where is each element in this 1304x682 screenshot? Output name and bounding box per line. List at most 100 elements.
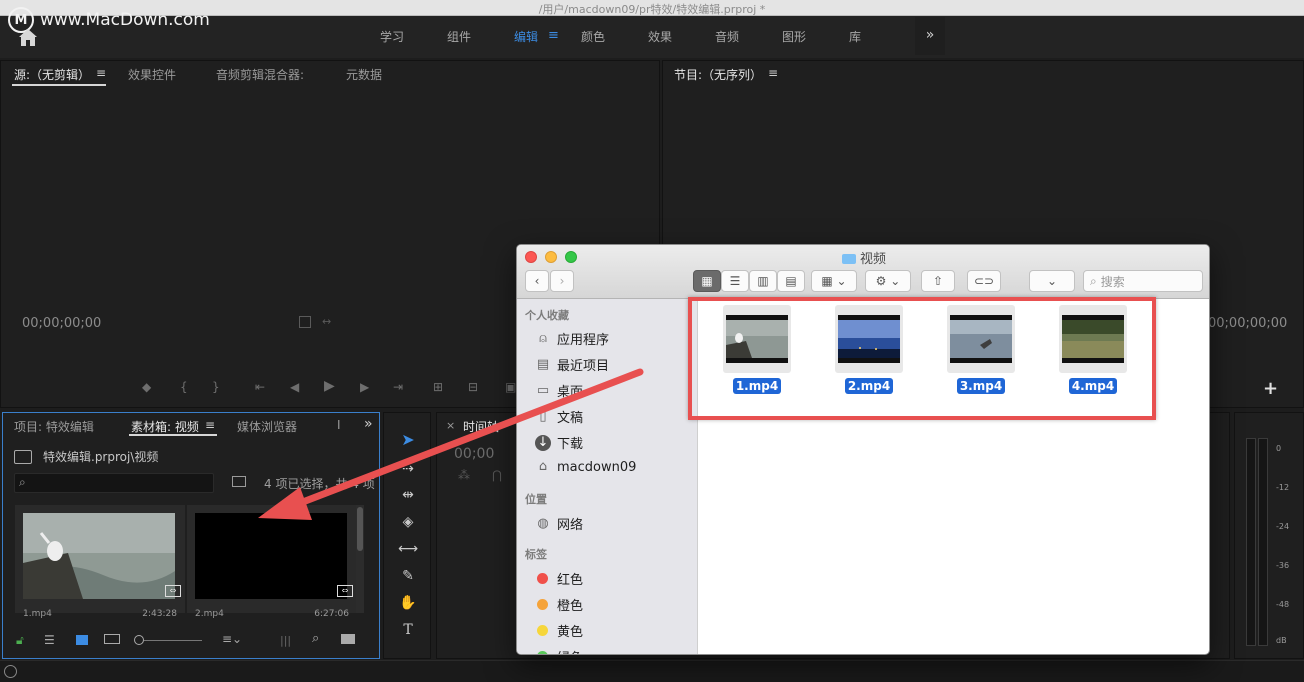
step-forward-icon[interactable]: ▶ (360, 380, 369, 394)
linked-selection-icon[interactable]: ⋂ (492, 468, 502, 482)
list-view-button[interactable]: ☰ (721, 270, 749, 292)
workspace-tab-color[interactable]: 颜色 (581, 28, 605, 45)
tab-info[interactable]: I (337, 418, 341, 432)
group-by-button[interactable]: ▦ ⌄ (811, 270, 857, 292)
sidebar-tag-orange[interactable]: 橙色 (535, 595, 583, 614)
track-select-tool-icon[interactable]: ⇢ (397, 459, 419, 479)
icon-view-button[interactable]: ▦ (693, 270, 721, 292)
finder-search-input[interactable]: ⌕ 搜索 (1083, 270, 1203, 292)
sidebar-item-network[interactable]: ◍ 网络 (535, 514, 583, 534)
tab-effect-controls[interactable]: 效果控件 (128, 66, 176, 83)
freeform-view-icon[interactable] (104, 634, 120, 644)
drag-audio-icon[interactable]: ↔ (322, 315, 331, 328)
add-marker-icon[interactable]: ◆ (142, 380, 151, 394)
lock-icon[interactable]: 🔓︎ (16, 633, 24, 648)
tab-bin-video[interactable]: 素材箱: 视频 (131, 418, 199, 435)
razor-tool-icon[interactable]: ◈ (397, 512, 419, 532)
panel-overflow-icon[interactable]: » (364, 416, 373, 432)
sidebar-item-home[interactable]: ⌂ macdown09 (535, 459, 637, 475)
close-tab-icon[interactable]: × (446, 419, 455, 432)
workspace-tab-editing[interactable]: 编辑 (514, 28, 538, 45)
pen-tool-icon[interactable]: ✎ (397, 566, 419, 586)
mark-out-icon[interactable]: } (212, 380, 220, 394)
tab-metadata[interactable]: 元数据 (346, 66, 382, 83)
forward-button[interactable]: › (550, 270, 574, 292)
action-gear-button[interactable]: ⚙ ⌄ (865, 270, 911, 292)
tab-project[interactable]: 项目: 特效编辑 (14, 418, 94, 435)
sidebar-item-recents[interactable]: ▤ 最近项目 (535, 355, 609, 375)
bin-up-icon[interactable] (14, 450, 32, 464)
desktop-icon: ▭ (536, 382, 550, 398)
sync-status-icon[interactable] (4, 665, 17, 678)
list-view-icon[interactable]: ☰ (44, 633, 55, 647)
ripple-edit-tool-icon[interactable]: ⇹ (397, 485, 419, 505)
drag-video-icon[interactable] (299, 316, 311, 328)
hand-tool-icon[interactable]: ✋ (397, 593, 419, 613)
sidebar-item-desktop[interactable]: ▭ 桌面 (535, 381, 583, 401)
workspace-overflow-icon[interactable]: » (915, 17, 945, 55)
sidebar-tag-red[interactable]: 红色 (535, 569, 583, 588)
zoom-slider-handle[interactable] (134, 635, 144, 645)
icon-view-icon[interactable] (76, 635, 88, 645)
overwrite-icon[interactable]: ⊟ (468, 380, 478, 394)
sidebar-tag-green[interactable]: 绿色 (535, 647, 583, 654)
workspace-tab-graphics[interactable]: 图形 (782, 28, 806, 45)
folder-icon (841, 254, 856, 264)
bin-panel-menu-icon[interactable]: ≡ (205, 418, 215, 432)
clip-thumbnail[interactable]: ⇔ 2.mp4 6:27:06 (187, 505, 357, 619)
selection-count: 4 项已选择，共 4 项 (264, 477, 375, 491)
source-timecode[interactable]: 00;00;00;00 (22, 316, 101, 331)
automate-icon[interactable]: ||| (280, 634, 291, 647)
zoom-slider-track[interactable] (144, 640, 202, 641)
column-view-button[interactable]: ▥ (749, 270, 777, 292)
workspace-tab-effects[interactable]: 效果 (648, 28, 672, 45)
gallery-view-button[interactable]: ▤ (777, 270, 805, 292)
tab-source[interactable]: 源:（无剪辑） (14, 66, 90, 83)
share-button[interactable]: ⇧ (921, 270, 955, 292)
bin-scrollbar[interactable] (356, 505, 364, 613)
workspace-tab-assembly[interactable]: 组件 (447, 28, 471, 45)
workspace-tab-libraries[interactable]: 库 (849, 28, 861, 45)
bin-search-input[interactable]: ⌕ (14, 473, 214, 493)
sort-icon[interactable]: ≡⌄ (222, 632, 242, 646)
sidebar-item-downloads[interactable]: ↓ 下载 (535, 433, 583, 452)
step-back-icon[interactable]: ◀ (290, 380, 299, 394)
workspace-menu-icon[interactable]: ≡ (548, 28, 559, 43)
sidebar-item-applications[interactable]: ⍝ 应用程序 (535, 329, 610, 349)
new-search-bin-icon[interactable] (232, 476, 246, 487)
sidebar-item-label: 应用程序 (557, 333, 610, 348)
program-panel-menu-icon[interactable]: ≡ (768, 66, 778, 80)
path-dropdown-button[interactable]: ⌄ (1029, 270, 1075, 292)
home-icon[interactable] (16, 26, 40, 48)
workspace-tab-audio[interactable]: 音频 (715, 28, 739, 45)
clip-thumbnail[interactable]: ⇔ 1.mp4 2:43:28 (15, 505, 185, 619)
go-to-out-icon[interactable]: ⇥ (393, 380, 403, 394)
program-timecode[interactable]: 00;00;00;00 (1208, 316, 1287, 331)
export-frame-icon[interactable]: ▣ (505, 380, 516, 394)
find-icon[interactable]: ⌕ (312, 631, 319, 646)
new-bin-icon[interactable] (341, 634, 355, 644)
sidebar-tag-yellow[interactable]: 黄色 (535, 621, 583, 640)
tab-audio-clip-mixer[interactable]: 音频剪辑混合器: (216, 66, 304, 83)
tags-button[interactable]: ⊂⊃ (967, 270, 1001, 292)
button-editor-add-icon[interactable]: + (1263, 378, 1278, 399)
snap-icon[interactable]: ⁂ (458, 468, 470, 482)
type-tool-icon[interactable]: T (397, 620, 419, 640)
play-icon[interactable]: ▶ (324, 378, 335, 394)
source-panel-menu-icon[interactable]: ≡ (96, 66, 106, 80)
meter-right (1258, 438, 1268, 646)
mark-in-icon[interactable]: { (180, 380, 188, 394)
watermark-text: www.MacDown.com (40, 10, 210, 30)
tab-program[interactable]: 节目:（无序列） (674, 66, 762, 83)
insert-icon[interactable]: ⊞ (433, 380, 443, 394)
audio-meters-panel (1234, 412, 1304, 659)
go-to-in-icon[interactable]: ⇤ (255, 380, 265, 394)
timeline-timecode[interactable]: 00;00 (454, 446, 494, 462)
workspace-tab-learn[interactable]: 学习 (380, 28, 404, 45)
tab-timeline[interactable]: 时间轴 (463, 418, 499, 435)
tab-media-browser[interactable]: 媒体浏览器 (237, 418, 297, 435)
slip-tool-icon[interactable]: ⟷ (397, 539, 419, 559)
selection-tool-icon[interactable]: ➤ (397, 430, 419, 450)
sidebar-item-documents[interactable]: ▯ 文稿 (535, 407, 583, 427)
back-button[interactable]: ‹ (525, 270, 549, 292)
